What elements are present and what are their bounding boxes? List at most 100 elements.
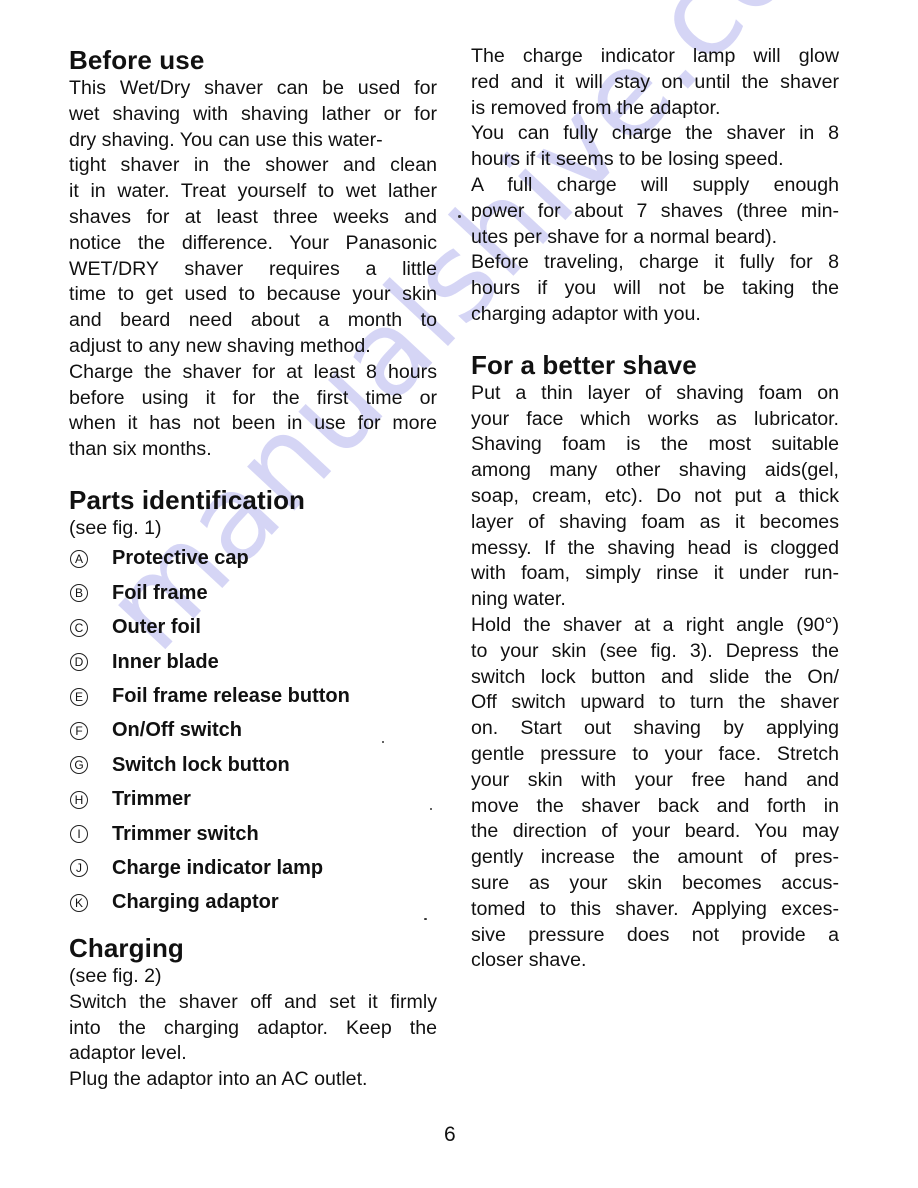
- text-line: This Wet/Dry shaver can be used for: [69, 77, 437, 99]
- part-label: Foil frame: [112, 581, 208, 604]
- text-line: tight shaver in the shower and clean: [69, 154, 437, 177]
- figure-reference: (see fig. 1): [69, 516, 162, 539]
- text-line: time to get used to because your skin: [69, 283, 437, 306]
- part-label: On/Off switch: [112, 719, 242, 742]
- scan-speck: [430, 808, 432, 810]
- text-line: power for about 7 shaves (three min-: [471, 199, 839, 222]
- part-item: K Charging adaptor: [69, 886, 437, 920]
- scan-speck: [424, 918, 427, 920]
- text-line: gently increase the amount of pres-: [471, 846, 839, 869]
- section-before-use: Before use This Wet/Dry shaver can be us…: [69, 44, 437, 463]
- part-item: I Trimmer switch: [69, 817, 437, 851]
- text-line: move the shaver back and forth in: [471, 794, 839, 817]
- part-label: Foil frame release button: [112, 685, 350, 707]
- section-heading: For a better shave: [471, 349, 697, 380]
- text-line: layer of shaving foam as it becomes: [471, 510, 839, 533]
- text-line: Plug the adaptor into an AC outlet.: [69, 1068, 368, 1091]
- text-line: shaves for at least three weeks and: [69, 205, 437, 228]
- part-label: Inner blade: [112, 650, 219, 673]
- part-item: B Foil frame: [69, 576, 437, 610]
- text-line: Shaving foam is the most suitable: [471, 433, 839, 456]
- circled-letter-icon: F: [70, 721, 88, 740]
- text-line: the direction of your beard. You may: [471, 820, 839, 843]
- circled-letter-icon: I: [70, 825, 88, 844]
- text-line: utes per shave for a normal beard).: [471, 225, 778, 248]
- circled-letter-icon: E: [70, 687, 88, 706]
- figure-reference: (see fig. 2): [69, 965, 162, 988]
- text-line: your skin with your free hand and: [471, 768, 839, 791]
- text-line: Charge the shaver for at least 8 hours: [69, 360, 437, 383]
- section-heading: Charging: [69, 933, 184, 964]
- section-better-shave: For a better shave Put a thin layer of s…: [471, 349, 839, 974]
- part-label: Trimmer: [112, 788, 191, 811]
- parts-list: A Protective cap B Foil frame C Outer foil …: [69, 542, 437, 920]
- page-number: 6: [444, 1123, 456, 1146]
- right-column: The charge indicator lamp will glow red a…: [471, 44, 839, 974]
- section-parts-identification: Parts identification (see fig. 1) A Prote…: [69, 484, 437, 920]
- paragraph: Switch the shaver off and set it firmly i…: [69, 990, 437, 1093]
- scan-speck: [382, 741, 384, 743]
- part-label: Trimmer switch: [112, 822, 259, 845]
- circled-letter-icon: J: [70, 859, 88, 878]
- text-line: gentle pressure to your face. Stretch: [471, 742, 839, 765]
- part-item: J Charge indicator lamp: [69, 851, 437, 885]
- text-line: ning water.: [471, 588, 566, 611]
- scan-speck: [458, 215, 461, 218]
- text-line: soap, cream, etc). Do not put a thick: [471, 484, 839, 507]
- part-label: Protective cap: [112, 547, 249, 570]
- text-line: red and it will stay on until the shaver: [471, 70, 839, 93]
- circled-letter-icon: D: [70, 653, 88, 672]
- part-item: E Foil frame release button: [69, 679, 437, 713]
- text-line: hours if it seems to be losing speed.: [471, 148, 784, 171]
- text-line: The charge indicator lamp will glow: [471, 45, 839, 67]
- text-line: WET/DRY shaver requires a little: [69, 257, 437, 280]
- text-line: it in water. Treat yourself to wet lathe…: [69, 180, 437, 203]
- text-line: Off switch upward to turn the shaver: [471, 691, 839, 714]
- circled-letter-icon: K: [70, 893, 88, 912]
- section-heading: Parts identification: [69, 484, 306, 515]
- text-line: hours if you will not be taking the: [471, 277, 839, 300]
- text-line: You can fully charge the shaver in 8: [471, 122, 839, 145]
- text-line: closer shave.: [471, 949, 587, 972]
- text-line: notice the difference. Your Panasonic: [69, 231, 437, 254]
- text-line: dry shaving. You can use this water-: [69, 128, 383, 151]
- part-label: Charge indicator lamp: [112, 856, 324, 879]
- section-charging: Charging (see fig. 2) Switch the shaver …: [69, 932, 437, 1093]
- section-charging-continued: The charge indicator lamp will glow red a…: [471, 44, 839, 328]
- part-label: Charging adaptor: [112, 891, 279, 914]
- text-line: switch lock button and slide the On/: [471, 665, 839, 688]
- part-label: Outer foil: [112, 616, 201, 639]
- circled-letter-icon: G: [70, 756, 88, 775]
- text-line: tomed to this shaver. Applying exces-: [471, 897, 839, 920]
- left-column: Before use This Wet/Dry shaver can be us…: [69, 44, 437, 1093]
- text-line: sive pressure does not provide a: [471, 923, 839, 946]
- text-line: wet shaving with shaving lather or for: [69, 102, 437, 125]
- text-line: sure as your skin becomes accus-: [471, 871, 839, 894]
- text-line: into the charging adaptor. Keep the: [69, 1016, 437, 1039]
- text-line: to your skin (see fig. 3). Depress the: [471, 639, 839, 662]
- text-line: Put a thin layer of shaving foam on: [471, 381, 839, 404]
- text-line: among many other shaving aids(gel,: [471, 459, 839, 482]
- part-item: D Inner blade: [69, 645, 437, 679]
- paragraph: Put a thin layer of shaving foam on your …: [471, 381, 839, 974]
- paragraph: This Wet/Dry shaver can be used for wet s…: [69, 76, 437, 463]
- text-line: on. Start out shaving by applying: [471, 717, 839, 740]
- text-line: Switch the shaver off and set it firmly: [69, 990, 437, 1013]
- text-line: messy. If the shaving head is clogged: [471, 536, 839, 559]
- text-line: than six months.: [69, 438, 212, 461]
- text-line: before using it for the first time or: [69, 386, 437, 409]
- part-item: H Trimmer: [69, 782, 437, 816]
- paragraph: The charge indicator lamp will glow red a…: [471, 44, 839, 328]
- circled-letter-icon: B: [70, 584, 88, 603]
- circled-letter-icon: A: [70, 549, 88, 568]
- text-line: Hold the shaver at a right angle (90°): [471, 613, 839, 636]
- text-line: adjust to any new shaving method.: [69, 334, 371, 357]
- part-label: Switch lock button: [112, 753, 290, 776]
- part-item: G Switch lock button: [69, 748, 437, 782]
- part-item: A Protective cap: [69, 542, 437, 576]
- text-line: with foam, simply rinse it under run-: [471, 562, 839, 585]
- text-line: your face which works as lubricator.: [471, 407, 839, 430]
- section-heading: Before use: [69, 45, 205, 75]
- text-line: charging adaptor with you.: [471, 302, 701, 325]
- circled-letter-icon: C: [70, 618, 88, 637]
